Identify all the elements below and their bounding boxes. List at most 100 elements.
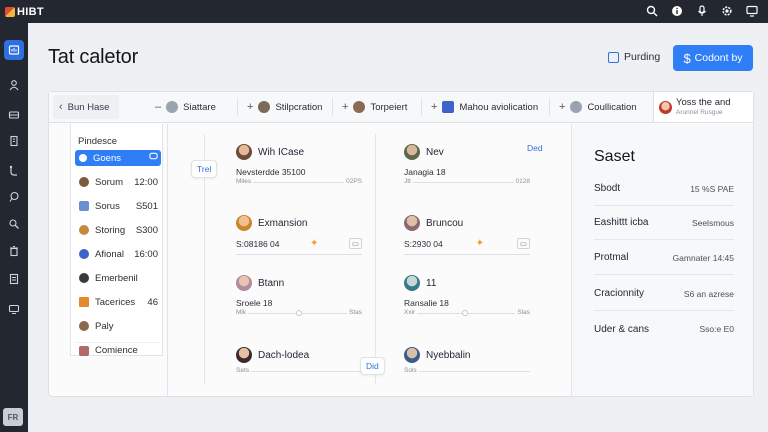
tab-avatar [258, 101, 271, 113]
chevron-left-icon[interactable]: ‹ [59, 101, 63, 113]
card-name: Bruncou [426, 217, 464, 229]
list-item[interactable]: Goens [75, 150, 161, 166]
category-list: Pindesce Goens Sorum 12:00 Sorus S501 St… [70, 124, 163, 356]
building-icon[interactable] [4, 131, 24, 151]
timeline-chip[interactable]: Trel [191, 160, 218, 178]
timeline-card[interactable]: 11 Ransalie 18 Xxir Slas [404, 274, 530, 316]
detail-value: Sso:e E0 [699, 324, 735, 334]
card-bar-left-label: Jtt [404, 178, 413, 185]
user-icon[interactable] [4, 75, 24, 95]
tab-coullication[interactable]: + Coullication [559, 92, 637, 122]
primary-action-label: Codont by [694, 52, 743, 64]
route-icon[interactable] [4, 161, 24, 181]
card-name: Nev [426, 146, 444, 158]
card-name: Wih ICase [258, 146, 305, 158]
top-bar: HIBT [0, 0, 768, 23]
detail-key: Uder & cans [594, 323, 650, 335]
card-avatar [236, 144, 252, 160]
list-item[interactable]: Afional 16:00 [75, 246, 161, 262]
card-meta: Sroele 18 [236, 298, 273, 308]
list-item[interactable]: Emerbenil [75, 270, 161, 286]
list-item-avatar [79, 225, 89, 235]
card-bar-left-label: Xxir [404, 309, 418, 316]
microphone-icon[interactable] [694, 3, 710, 19]
detail-key: Sbodt [594, 183, 621, 194]
tab-bun-hase[interactable]: ‹ Bun Hase [53, 95, 120, 119]
tab-mahou-aviolication[interactable]: + Mahou aviolication [431, 92, 538, 122]
timeline-line [375, 134, 376, 384]
tab-torpeiert[interactable]: + Torpeiert [342, 92, 407, 122]
list-item[interactable]: Sorus S501 [75, 198, 161, 214]
timeline-card[interactable]: Nyebbalin Sols [404, 346, 530, 374]
detail-row: Sbodt 15 %S PAE [594, 172, 734, 206]
tab-siattare[interactable]: – Siattare [155, 92, 216, 122]
card-meta: S:08186 04 [236, 238, 280, 249]
card-name: Dach-lodea [258, 349, 310, 361]
monitor-icon[interactable] [744, 3, 760, 19]
timeline-chip[interactable]: Did [360, 357, 385, 375]
settings-icon[interactable] [719, 3, 735, 19]
logo-mark-icon [5, 6, 15, 17]
tab-app-icon [442, 101, 455, 113]
app-logo[interactable]: HIBT [5, 6, 44, 18]
timeline-card[interactable]: Dach-lodea Sets [236, 346, 362, 374]
detail-row: Protmal Gamnater 14:45 [594, 241, 734, 275]
tab-divider [421, 98, 422, 116]
detail-key: Eashittt icba [594, 217, 649, 228]
list-item-avatar [79, 177, 89, 187]
tab-label: Stilpcration [275, 101, 323, 113]
star-icon: ✦ [475, 238, 485, 249]
chat-icon[interactable] [4, 187, 24, 207]
display-icon[interactable] [4, 299, 24, 319]
list-item[interactable]: Storing S300 [75, 222, 161, 238]
search-icon[interactable] [644, 3, 660, 19]
card-bar-right-label: Slas [515, 309, 530, 316]
search-people-icon[interactable] [4, 214, 24, 234]
user-avatar-badge[interactable]: FR [3, 408, 23, 426]
list-item[interactable]: Comience [75, 342, 161, 358]
list-item[interactable]: Sorum 12:00 [75, 174, 161, 190]
timeline-card[interactable]: Wih ICase Nevsterdde 35100 Miles 02PS [236, 143, 362, 185]
tab-bar: ‹ Bun Hase – Siattare + Stilpcration + T… [49, 92, 753, 123]
card-name: Btann [258, 277, 285, 289]
dashboard-icon[interactable] [4, 40, 24, 60]
details-title: Saset [594, 148, 635, 165]
app-brand: HIBT [17, 5, 44, 18]
card-avatar [404, 275, 420, 291]
detail-value: Gamnater 14:45 [672, 252, 734, 263]
tab-divider [549, 98, 550, 116]
list-item[interactable]: Paly [75, 318, 161, 334]
timeline-card[interactable]: Btann Sroele 18 Mik Stas [236, 274, 362, 316]
tab-divider [237, 98, 238, 116]
timeline-card[interactable]: Bruncou S:2930 04 ✦ ▭ [404, 214, 530, 257]
list-item[interactable]: Tacerices 46 [75, 294, 161, 310]
list-item-avatar [79, 273, 89, 283]
card-tag-icon: ▭ [348, 238, 362, 249]
plus-icon: + [431, 101, 438, 113]
tab-active-profile[interactable]: Yoss the and Arunnel Rusgue [653, 92, 753, 122]
card-name: Nyebbalin [426, 349, 471, 361]
list-item-label: Afional [95, 248, 125, 260]
primary-action-button[interactable]: $ Codont by [673, 45, 753, 71]
inbox-icon[interactable] [4, 105, 24, 125]
page-title: Tat caletor [48, 46, 139, 68]
pending-label: Purding [624, 51, 661, 63]
trash-icon[interactable] [4, 241, 24, 261]
minus-icon: – [155, 101, 162, 113]
tab-label: Torpeiert [370, 101, 408, 113]
card-meta: S:2930 04 [404, 238, 443, 249]
timeline-card[interactable]: Nev Janagia 18 Jtt 0128 [404, 143, 530, 185]
pending-link[interactable]: Purding [608, 51, 660, 63]
info-icon[interactable] [669, 3, 685, 19]
card-avatar [404, 144, 420, 160]
card-meta: Ransalie 18 [404, 298, 449, 308]
detail-row: Uder & cans Sso:e E0 [594, 312, 734, 346]
document-icon[interactable] [4, 269, 24, 289]
timeline-card[interactable]: Exmansion S:08186 04 ✦ ▭ [236, 214, 362, 257]
plus-icon: + [247, 101, 254, 113]
slider-knob[interactable] [462, 310, 468, 316]
slider-knob[interactable] [296, 310, 302, 316]
card-avatar [236, 347, 252, 363]
tab-label: Mahou aviolication [459, 101, 539, 113]
tab-stilpcration[interactable]: + Stilpcration [247, 92, 322, 122]
